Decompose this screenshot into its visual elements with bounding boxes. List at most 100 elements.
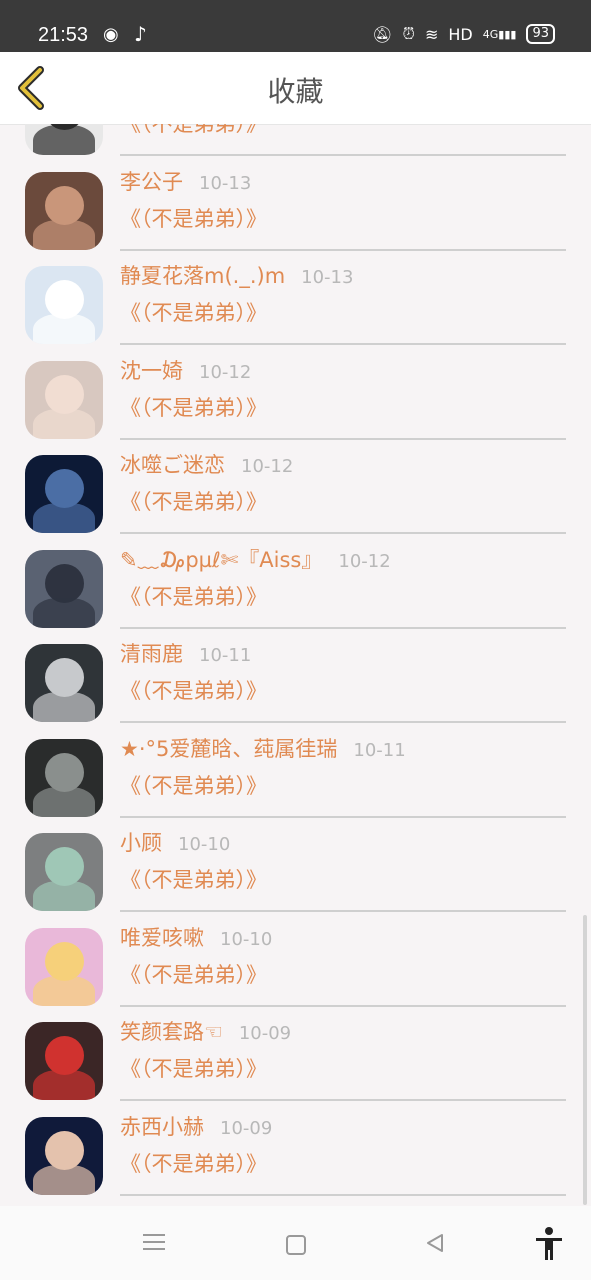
favorite-message[interactable]: 《（不是弟弟）》	[120, 675, 267, 705]
post-date: 10-11	[199, 645, 252, 666]
list-item[interactable]: ✎﹏₯pµℓ✄『Aiss』 10-12 《（不是弟弟）》	[0, 534, 591, 629]
avatar-body	[32, 976, 96, 1006]
avatar[interactable]	[25, 1117, 103, 1195]
divider	[120, 1194, 566, 1196]
signal-label: 4G	[482, 27, 499, 41]
name-row: 唯爱咳嗽 10-10	[120, 922, 272, 952]
mute-bell-icon: 🔕︎	[372, 24, 393, 44]
avatar-face	[44, 280, 84, 320]
avatar[interactable]	[25, 833, 103, 911]
network-label: HD	[448, 24, 473, 44]
avatar[interactable]	[25, 550, 103, 628]
post-date: 10-13	[199, 173, 252, 194]
favorite-message[interactable]: 《（不是弟弟）》	[120, 486, 267, 516]
favorite-message[interactable]: 《（不是弟弟）》	[120, 1148, 267, 1178]
favorite-message[interactable]: 《（不是弟弟）》	[120, 959, 267, 989]
avatar[interactable]	[25, 928, 103, 1006]
avatar[interactable]	[25, 1022, 103, 1100]
user-name[interactable]: 静夏花落m(._.)m	[120, 264, 285, 288]
name-row: 清雨鹿 10-11	[120, 638, 251, 668]
avatar[interactable]	[25, 172, 103, 250]
wifi-icon: ≋	[424, 24, 439, 44]
user-name[interactable]: 清雨鹿	[120, 642, 183, 666]
top-bar: 收藏	[0, 52, 591, 125]
list-item[interactable]: 清雨鹿 10-11 《（不是弟弟）》	[0, 628, 591, 723]
avatar-body	[32, 1070, 96, 1100]
avatar-body	[32, 409, 96, 439]
avatar[interactable]	[25, 124, 103, 155]
status-bar: 21:53 ◉ ♪ 🔕︎ ⏰︎ ≋ HD 4G▮▮▮ 93	[0, 0, 591, 52]
list-item[interactable]: 《（不是弟弟）》	[0, 124, 591, 156]
user-name[interactable]: 冰噬ご迷恋	[120, 453, 225, 477]
post-date: 10-10	[178, 834, 231, 855]
user-name[interactable]: 笑颜套路☜	[120, 1020, 223, 1044]
post-date: 10-13	[301, 267, 354, 288]
avatar-body	[32, 1165, 96, 1195]
avatar-face	[44, 186, 84, 226]
user-name[interactable]: 李公子	[120, 170, 183, 194]
name-row: 笑颜套路☜ 10-09	[120, 1016, 291, 1046]
user-name[interactable]: ✎﹏₯pµℓ✄『Aiss』	[120, 548, 322, 572]
status-right: 🔕︎ ⏰︎ ≋ HD 4G▮▮▮ 93	[372, 24, 555, 44]
name-row: 小顾 10-10	[120, 827, 230, 857]
favorite-message[interactable]: 《（不是弟弟）》	[120, 770, 267, 800]
menu-icon[interactable]	[143, 1234, 165, 1252]
avatar-face	[44, 942, 84, 982]
user-name[interactable]: 沈一婍	[120, 359, 183, 383]
globe-icon: ◉	[103, 24, 119, 45]
list-item[interactable]: 赤西小赫 10-09 《（不是弟弟）》	[0, 1101, 591, 1196]
post-date: 10-12	[199, 362, 252, 383]
favorite-message[interactable]: 《（不是弟弟）》	[120, 392, 267, 422]
avatar-body	[32, 787, 96, 817]
avatar-body	[32, 125, 96, 155]
signal-icon: 4G▮▮▮	[482, 27, 517, 41]
list-item[interactable]: 李公子 10-13 《（不是弟弟）》	[0, 156, 591, 251]
avatar[interactable]	[25, 455, 103, 533]
avatar-body	[32, 503, 96, 533]
avatar-body	[32, 598, 96, 628]
battery-level: 93	[532, 26, 549, 41]
list-item[interactable]: ★·°5爱麓晗、莼属徍瑞 10-11 《（不是弟弟）》	[0, 723, 591, 818]
list-item[interactable]: 沈一婍 10-12 《（不是弟弟）》	[0, 345, 591, 440]
post-date: 10-09	[220, 1118, 273, 1139]
list-item[interactable]: 静夏花落m(._.)m 10-13 《（不是弟弟）》	[0, 250, 591, 345]
post-date: 10-10	[220, 929, 273, 950]
list-item[interactable]: 唯爱咳嗽 10-10 《（不是弟弟）》	[0, 912, 591, 1007]
favorite-message[interactable]: 《（不是弟弟）》	[120, 203, 267, 233]
avatar-face	[44, 1131, 84, 1171]
favorite-message[interactable]: 《（不是弟弟）》	[120, 581, 267, 611]
favorite-message[interactable]: 《（不是弟弟）》	[120, 864, 267, 894]
user-name[interactable]: 赤西小赫	[120, 1115, 204, 1139]
avatar-body	[32, 220, 96, 250]
avatar[interactable]	[25, 739, 103, 817]
avatar-face	[44, 469, 84, 509]
favorites-list[interactable]: 《（不是弟弟）》 李公子 10-13 《（不是弟弟）》 静夏花落m(._.)m 10-13…	[0, 124, 591, 1206]
list-item[interactable]: 冰噬ご迷恋 10-12 《（不是弟弟）》	[0, 439, 591, 534]
name-row: 冰噬ご迷恋 10-12	[120, 449, 293, 479]
post-date: 10-11	[353, 740, 406, 761]
favorite-message[interactable]: 《（不是弟弟）》	[120, 124, 267, 138]
back-triangle-icon[interactable]	[424, 1232, 446, 1254]
list-item[interactable]: 笑颜套路☜ 10-09 《（不是弟弟）》	[0, 1006, 591, 1101]
page-title: 收藏	[267, 75, 324, 108]
user-name[interactable]: 唯爱咳嗽	[120, 926, 204, 950]
battery-icon: 93	[526, 24, 555, 44]
scrollbar[interactable]	[583, 915, 587, 1205]
user-name[interactable]: ★·°5爱麓晗、莼属徍瑞	[120, 737, 337, 761]
home-button[interactable]	[286, 1235, 306, 1255]
list-item[interactable]: 小顾 10-10 《（不是弟弟）》	[0, 817, 591, 912]
name-row: 静夏花落m(._.)m 10-13	[120, 260, 353, 290]
avatar-face	[44, 1036, 84, 1076]
post-date: 10-12	[241, 456, 294, 477]
name-row: ✎﹏₯pµℓ✄『Aiss』 10-12	[120, 544, 391, 574]
name-row: ★·°5爱麓晗、莼属徍瑞 10-11	[120, 733, 406, 763]
user-name[interactable]: 小顾	[120, 831, 162, 855]
name-row: 赤西小赫 10-09	[120, 1111, 272, 1141]
alarm-icon: ⏰︎	[402, 24, 415, 43]
accessibility-icon[interactable]	[534, 1226, 564, 1262]
avatar[interactable]	[25, 361, 103, 439]
favorite-message[interactable]: 《（不是弟弟）》	[120, 1053, 267, 1083]
favorite-message[interactable]: 《（不是弟弟）》	[120, 297, 267, 327]
avatar[interactable]	[25, 266, 103, 344]
avatar[interactable]	[25, 644, 103, 722]
